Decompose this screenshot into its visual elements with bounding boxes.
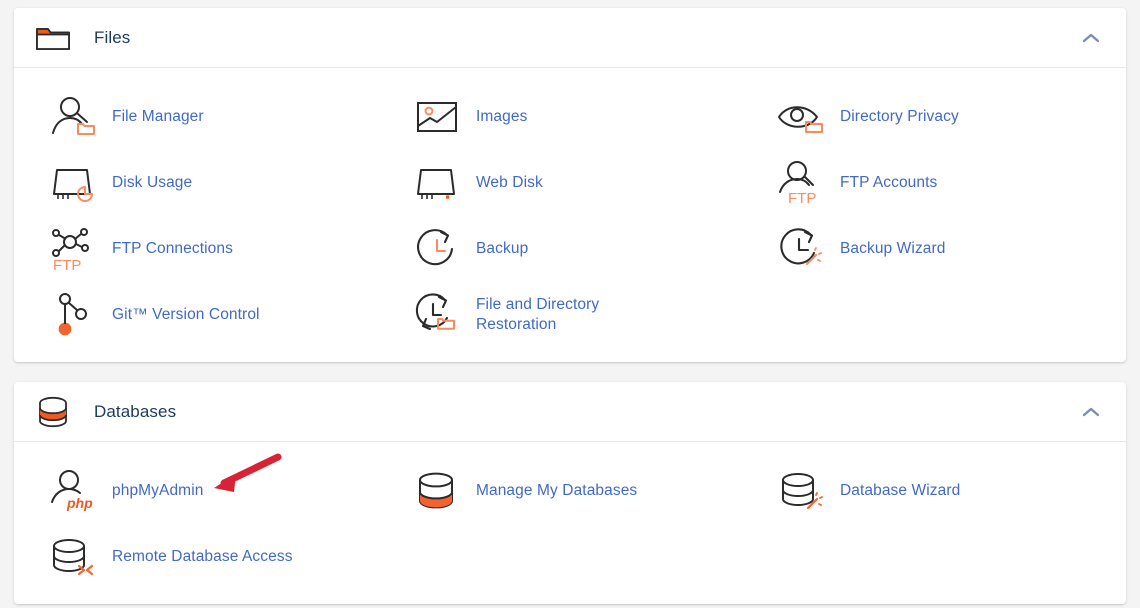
files-section-title: Files xyxy=(94,27,131,47)
chevron-up-icon xyxy=(1082,33,1100,42)
item-label: FTP Connections xyxy=(112,240,233,258)
database-icon xyxy=(34,393,72,431)
databases-section-body: php phpMyAdmin Manage My Databases Datab… xyxy=(14,442,1126,604)
item-remote-database-access[interactable]: Remote Database Access xyxy=(24,524,388,590)
item-git-version-control[interactable]: Git™ Version Control xyxy=(24,282,388,348)
item-phpmyadmin[interactable]: php phpMyAdmin xyxy=(24,458,388,524)
backup-icon xyxy=(412,224,462,274)
files-section-body: File Manager Images Directory Privacy Di… xyxy=(14,68,1126,362)
item-file-manager[interactable]: File Manager xyxy=(24,84,388,150)
ftp-accounts-icon: FTP xyxy=(776,158,826,208)
directory-privacy-icon xyxy=(776,92,826,142)
web-disk-icon xyxy=(412,158,462,208)
files-section-header[interactable]: Files xyxy=(14,8,1126,68)
git-version-control-icon xyxy=(48,290,98,340)
item-disk-usage[interactable]: Disk Usage xyxy=(24,150,388,216)
item-label: File Manager xyxy=(112,108,204,126)
item-label: phpMyAdmin xyxy=(112,482,204,500)
item-ftp-accounts[interactable]: FTP FTP Accounts xyxy=(752,150,1116,216)
databases-section-header[interactable]: Databases xyxy=(14,382,1126,442)
cpanel-page: Files File Manager Images Directory Priv… xyxy=(0,0,1140,608)
item-label: Database Wizard xyxy=(839,482,961,500)
svg-text:php: php xyxy=(66,495,93,511)
item-label: Manage My Databases xyxy=(475,482,638,500)
chevron-up-icon xyxy=(1082,407,1100,416)
ftp-connections-icon: FTP xyxy=(48,224,98,274)
file-manager-icon xyxy=(48,92,98,142)
database-wizard-icon xyxy=(776,466,826,516)
item-label: FTP Accounts xyxy=(839,174,938,192)
phpmyadmin-icon: php xyxy=(48,466,98,516)
item-label: File and Directory Restoration xyxy=(475,296,600,333)
item-images[interactable]: Images xyxy=(388,84,752,150)
databases-section-title: Databases xyxy=(94,401,177,421)
folder-icon xyxy=(34,19,72,57)
item-ftp-connections[interactable]: FTP FTP Connections xyxy=(24,216,388,282)
disk-usage-icon xyxy=(48,158,98,208)
svg-text:FTP: FTP xyxy=(788,190,816,206)
item-web-disk[interactable]: Web Disk xyxy=(388,150,752,216)
item-label: Images xyxy=(475,108,528,126)
files-section-card: Files File Manager Images Directory Priv… xyxy=(14,8,1126,362)
item-backup[interactable]: Backup xyxy=(388,216,752,282)
item-label: Backup xyxy=(475,240,529,258)
databases-collapse-toggle[interactable] xyxy=(1074,395,1108,429)
item-label: Remote Database Access xyxy=(112,548,293,566)
databases-section-card: Databases php phpMyAdmin Manage My Datab… xyxy=(14,382,1126,604)
manage-databases-icon xyxy=(412,466,462,516)
item-directory-privacy[interactable]: Directory Privacy xyxy=(752,84,1116,150)
images-icon xyxy=(412,92,462,142)
svg-text:FTP: FTP xyxy=(53,257,81,272)
item-file-directory-restoration[interactable]: File and Directory Restoration xyxy=(388,282,752,348)
item-label: Backup Wizard xyxy=(839,240,946,258)
files-collapse-toggle[interactable] xyxy=(1074,21,1108,55)
remote-database-access-icon xyxy=(48,532,98,582)
item-database-wizard[interactable]: Database Wizard xyxy=(752,458,1116,524)
item-backup-wizard[interactable]: Backup Wizard xyxy=(752,216,1116,282)
files-item-grid: File Manager Images Directory Privacy Di… xyxy=(24,84,1116,348)
file-directory-restoration-icon xyxy=(412,290,462,340)
item-label: Directory Privacy xyxy=(839,108,959,126)
backup-wizard-icon xyxy=(776,224,826,274)
item-label: Web Disk xyxy=(475,174,543,192)
item-manage-my-databases[interactable]: Manage My Databases xyxy=(388,458,752,524)
item-label: Git™ Version Control xyxy=(112,306,260,324)
item-label: Disk Usage xyxy=(112,174,193,192)
databases-item-grid: php phpMyAdmin Manage My Databases Datab… xyxy=(24,458,1116,590)
